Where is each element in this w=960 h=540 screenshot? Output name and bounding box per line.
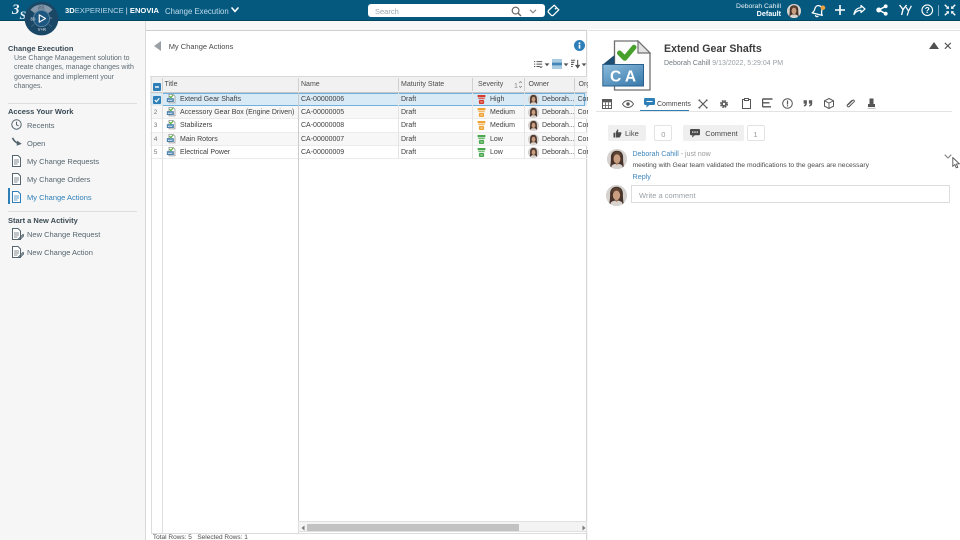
svg-text:3D: 3D (30, 16, 35, 21)
svg-text:V+R: V+R (38, 27, 46, 32)
svg-text:?: ? (925, 6, 930, 15)
svg-text:ʹʻ: ʹʻ (50, 16, 52, 21)
svg-text:ƧS: ƧS (38, 6, 45, 12)
